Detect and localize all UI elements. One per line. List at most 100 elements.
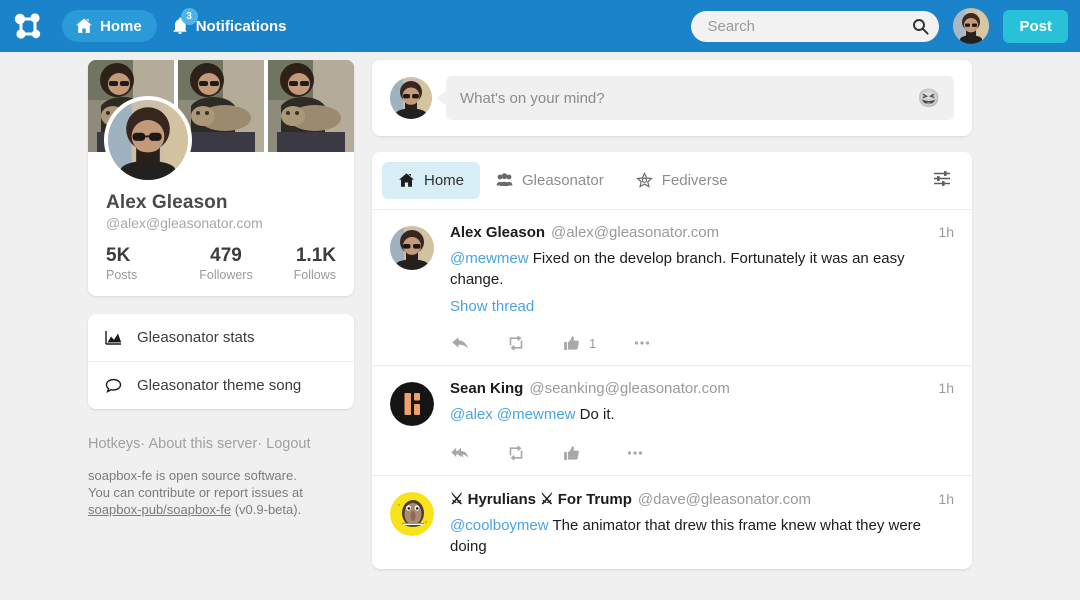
ellipsis-icon[interactable] (625, 443, 645, 463)
nav-right-group: Post (691, 0, 1068, 52)
footer-links: Hotkeys· About this server· Logout (88, 435, 318, 454)
timeline-tabs: Home Gleasonator Fediverse (372, 152, 972, 210)
post-author-name[interactable]: ⚔ Hyrulians ⚔ For Trump (450, 490, 632, 508)
post-author-handle[interactable]: @seanking@gleasonator.com (529, 380, 730, 397)
compose-input-box[interactable]: 😆 (446, 76, 954, 120)
footer-link-hotkeys[interactable]: Hotkeys (88, 436, 140, 452)
search-box[interactable] (691, 10, 940, 42)
reply-all-icon[interactable] (450, 443, 470, 463)
notifications-badge: 3 (180, 8, 198, 25)
show-thread-link[interactable]: Show thread (450, 298, 954, 315)
footer-note: soapbox-fe is open source software. You … (88, 467, 318, 518)
chart-icon (104, 328, 123, 347)
table-row[interactable]: ⚔ Hyrulians ⚔ For Trump @dave@gleasonato… (372, 475, 972, 569)
tab-home[interactable]: Home (382, 162, 481, 199)
compose-input-wrapper: 😆 (437, 76, 954, 120)
profile-stats: 5K Posts 479 Followers 1.1K Follows (106, 245, 336, 282)
footer-separator: · (140, 436, 146, 452)
footer-link-about-this-server[interactable]: About this server (148, 436, 257, 452)
post-author-name[interactable]: Sean King (450, 380, 523, 397)
post-body: Sean King @seanking@gleasonator.com 1h @… (450, 380, 954, 463)
footer-note-after: (v0.9-beta). (231, 502, 302, 517)
stat-posts-label: Posts (106, 268, 138, 282)
post-body: Alex Gleason @alex@gleasonator.com 1h @m… (450, 224, 954, 353)
mention-link[interactable]: @alex (450, 406, 493, 423)
footer-separator: · (257, 436, 263, 452)
avatar-hyrulians[interactable] (390, 492, 434, 536)
mention-link[interactable]: @mewmew (450, 250, 529, 267)
repost-icon[interactable] (506, 443, 526, 463)
sidebar-item-gleasonator-stats[interactable]: Gleasonator stats (88, 314, 354, 361)
profile-handle: @alex@gleasonator.com (106, 215, 263, 231)
post-author-handle[interactable]: @alex@gleasonator.com (551, 224, 719, 241)
profile-banner-photo-icon (268, 60, 354, 152)
profile-avatar-photo-icon[interactable] (104, 96, 192, 184)
avatar-sean-king[interactable] (390, 382, 434, 426)
ellipsis-icon[interactable] (632, 333, 652, 353)
nav-home-button[interactable]: Home (62, 10, 157, 42)
top-navigation-bar: Home 3 Notifications Search Post (0, 0, 1080, 52)
footer-note-before: soapbox-fe is open source software. You … (88, 468, 303, 500)
post-button[interactable]: Post (1003, 9, 1068, 43)
compose-avatar-photo-icon[interactable] (390, 77, 432, 119)
sidebar-item-label: Gleasonator theme song (137, 377, 302, 394)
post-header: Sean King @seanking@gleasonator.com 1h (450, 380, 954, 397)
table-row[interactable]: Sean King @seanking@gleasonator.com 1h @… (372, 365, 972, 475)
search-input[interactable] (707, 17, 913, 35)
footer-link-logout[interactable]: Logout (266, 436, 310, 452)
avatar-alex[interactable] (390, 226, 434, 270)
post-timestamp: 1h (938, 224, 954, 240)
sidebar-menu-card: Gleasonator stats Gleasonator theme song (88, 314, 354, 409)
post-text-body: Do it. (575, 406, 615, 423)
thumbs-up-icon[interactable] (562, 444, 589, 463)
repost-icon[interactable] (506, 333, 526, 353)
sidebar-item-label: Gleasonator stats (137, 329, 255, 346)
nav-notifications-label: Notifications (195, 17, 287, 35)
like-count: 1 (589, 335, 597, 351)
timeline-card: Home Gleasonator Fediverse Alex Gleason … (372, 152, 972, 569)
stat-posts-value: 5K (106, 245, 131, 266)
grinning-squinting-face-icon[interactable]: 😆 (918, 89, 940, 107)
search-icon[interactable] (912, 18, 930, 35)
stat-posts[interactable]: 5K Posts (106, 245, 179, 282)
post-actions: 1 (450, 333, 954, 353)
compose-card: 😆 (372, 60, 972, 136)
post-author-name[interactable]: Alex Gleason (450, 224, 545, 241)
fediverse-star-icon (635, 172, 653, 189)
mention-link[interactable]: @coolboymew (450, 517, 549, 534)
nav-notifications-button[interactable]: 3 Notifications (171, 8, 287, 35)
profile-card: Alex Gleason @alex@gleasonator.com 5K Po… (88, 60, 354, 296)
compose-bubble-pointer (437, 90, 447, 106)
compose-textarea[interactable] (460, 89, 918, 107)
post-timestamp: 1h (938, 491, 954, 507)
reply-icon[interactable] (450, 333, 470, 353)
tab-fediverse[interactable]: Fediverse (620, 162, 744, 199)
stat-follows[interactable]: 1.1K Follows (263, 245, 336, 282)
home-icon (398, 172, 415, 189)
post-header: ⚔ Hyrulians ⚔ For Trump @dave@gleasonato… (450, 490, 954, 508)
nav-user-avatar[interactable] (953, 8, 990, 44)
mention-link[interactable]: @mewmew (497, 406, 576, 423)
page-body: Alex Gleason @alex@gleasonator.com 5K Po… (0, 52, 1080, 600)
post-actions (450, 443, 954, 463)
post-author-handle[interactable]: @dave@gleasonator.com (638, 491, 811, 508)
sliders-filter-icon[interactable] (932, 168, 952, 193)
tab-gleasonator[interactable]: Gleasonator (480, 162, 620, 199)
chat-bubble-icon (104, 376, 123, 395)
stat-follows-label: Follows (293, 268, 336, 282)
post-header: Alex Gleason @alex@gleasonator.com 1h (450, 224, 954, 241)
footer-note-repo-link[interactable]: soapbox-pub/soapbox-fe (88, 502, 231, 517)
home-icon (75, 17, 93, 35)
stat-followers-label: Followers (199, 268, 253, 282)
table-row[interactable]: Alex Gleason @alex@gleasonator.com 1h @m… (372, 210, 972, 365)
sidebar-item-gleasonator-theme-song[interactable]: Gleasonator theme song (88, 361, 354, 409)
people-group-icon (496, 172, 513, 189)
tab-label: Fediverse (661, 172, 728, 189)
post-text: @coolboymew The animator that drew this … (450, 515, 954, 557)
sidebar-footer: Hotkeys· About this server· Logout soapb… (88, 435, 318, 518)
thumbs-up-icon[interactable]: 1 (562, 334, 596, 353)
network-graph-logo-icon[interactable] (10, 8, 46, 44)
stat-followers-value: 479 (210, 245, 242, 266)
stat-followers[interactable]: 479 Followers (179, 245, 262, 282)
post-text: @alex @mewmew Do it. (450, 404, 954, 425)
